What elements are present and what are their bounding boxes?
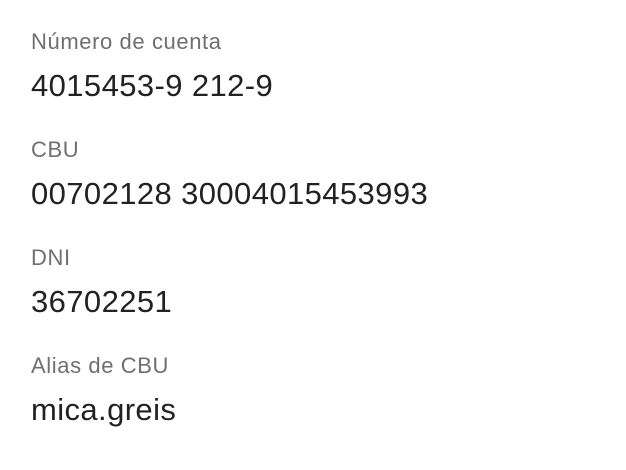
account-number-field: Número de cuenta 4015453-9 212-9: [31, 29, 273, 103]
cbu-value[interactable]: 00702128 30004015453993: [31, 177, 428, 211]
cbu-alias-value[interactable]: mica.greis: [31, 393, 176, 427]
dni-value[interactable]: 36702251: [31, 285, 172, 319]
account-number-value[interactable]: 4015453-9 212-9: [31, 69, 273, 103]
dni-label: DNI: [31, 245, 71, 270]
account-number-label: Número de cuenta: [31, 29, 222, 54]
cbu-label: CBU: [31, 137, 80, 162]
cbu-field: CBU 00702128 30004015453993: [31, 137, 428, 211]
dni-field: DNI 36702251: [31, 245, 172, 319]
cbu-alias-field: Alias de CBU mica.greis: [31, 353, 176, 427]
cbu-alias-label: Alias de CBU: [31, 353, 170, 378]
